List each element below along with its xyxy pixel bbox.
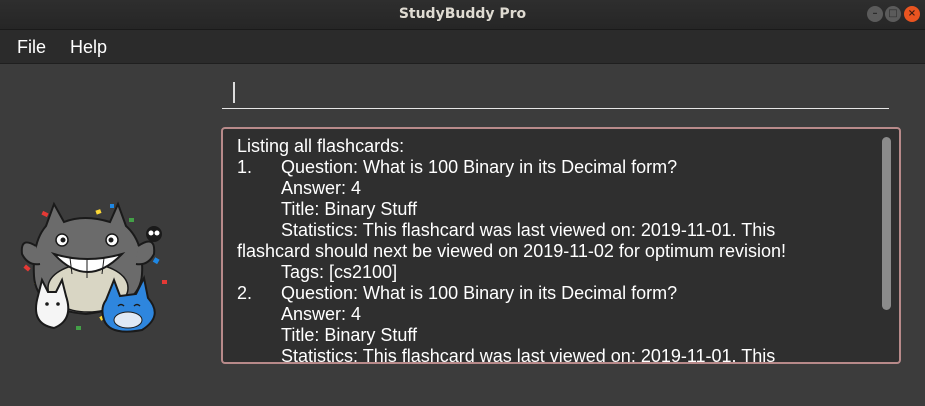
- card-question: Question: What is 100 Binary in its Deci…: [281, 157, 678, 177]
- close-icon[interactable]: ×: [904, 6, 920, 22]
- result-text: Listing all flashcards: 1. Question: What…: [237, 136, 872, 364]
- list-item: 1. Question: What is 100 Binary in its De…: [237, 157, 872, 178]
- card-title: Title: Binary Stuff: [281, 199, 418, 219]
- card-answer: Answer: 4: [281, 304, 362, 324]
- result-header: Listing all flashcards:: [237, 136, 405, 156]
- list-item: 2. Question: What is 100 Binary in its De…: [237, 283, 872, 304]
- card-question: Question: What is 100 Binary in its Deci…: [281, 283, 678, 303]
- card-title: Title: Binary Stuff: [281, 325, 418, 345]
- menu-file[interactable]: File: [17, 37, 46, 58]
- card-number: 2.: [237, 283, 253, 303]
- scrollbar-thumb[interactable]: [882, 137, 891, 310]
- command-input[interactable]: [222, 78, 889, 108]
- card-statistics-cont: flashcard should next be viewed on 2019-…: [237, 241, 786, 261]
- maximize-icon[interactable]: □: [885, 6, 901, 22]
- window-title: StudyBuddy Pro: [398, 6, 527, 22]
- result-display[interactable]: Listing all flashcards: 1. Question: What…: [221, 127, 901, 364]
- text-caret: [233, 82, 235, 103]
- menu-bar: File Help: [0, 30, 925, 64]
- title-bar[interactable]: StudyBuddy Pro – □ ×: [0, 0, 925, 30]
- totoro-mascot-image: [20, 201, 167, 333]
- command-box[interactable]: [222, 78, 889, 109]
- minimize-icon[interactable]: –: [867, 6, 883, 22]
- card-answer: Answer: 4: [281, 178, 362, 198]
- card-tags: Tags: [cs2100]: [281, 262, 398, 282]
- card-statistics: Statistics: This flashcard was last view…: [281, 220, 776, 240]
- card-number: 1.: [237, 157, 253, 177]
- card-statistics: Statistics: This flashcard was last view…: [281, 346, 776, 364]
- menu-help[interactable]: Help: [70, 37, 107, 58]
